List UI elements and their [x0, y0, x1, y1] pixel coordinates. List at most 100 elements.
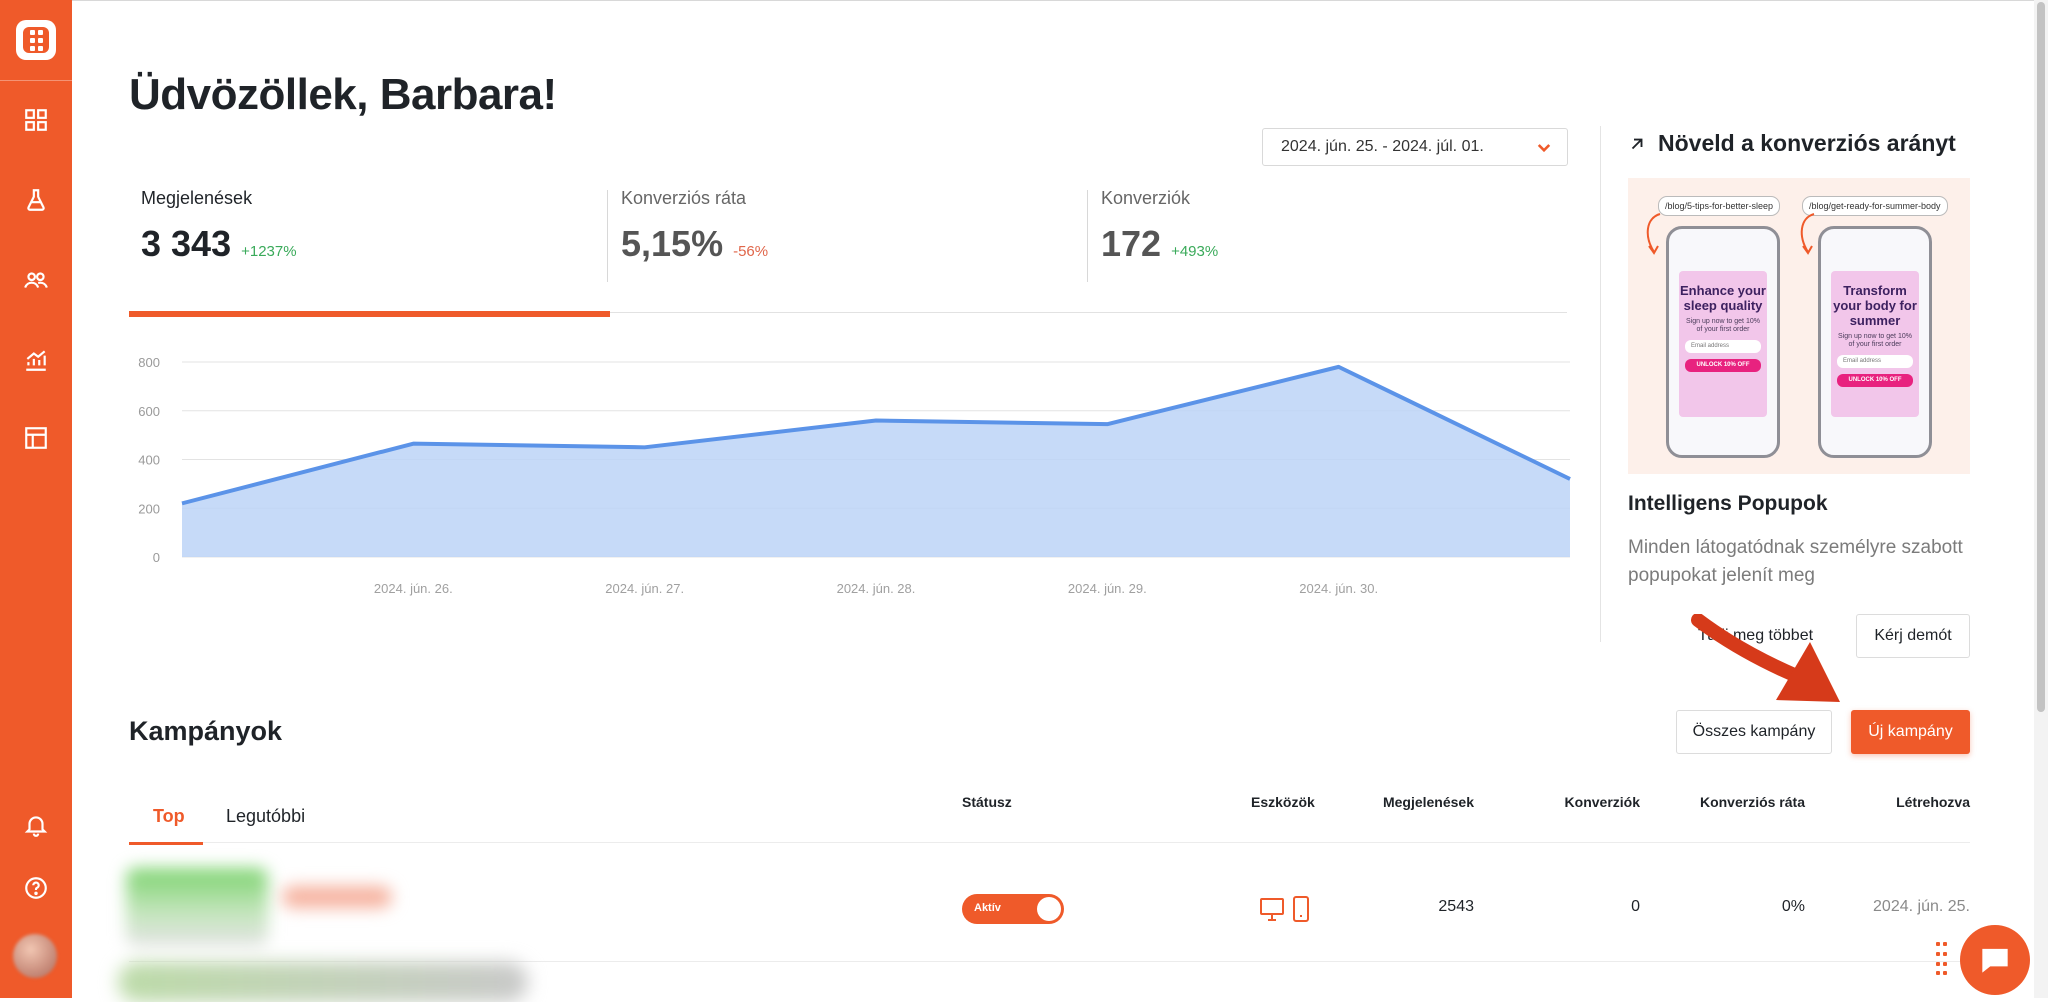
sidebar-divider: [0, 80, 72, 81]
sidebar-item-help[interactable]: [16, 868, 56, 908]
stat-delta: +493%: [1171, 243, 1218, 260]
y-tick-label: 0: [153, 550, 160, 565]
x-tick-label: 2024. jún. 28.: [837, 581, 916, 596]
promo-url-pill: /blog/get-ready-for-summer-body: [1802, 196, 1948, 216]
y-tick-label: 800: [138, 355, 160, 370]
col-header-conversions: Konverziók: [1500, 794, 1640, 810]
chat-button[interactable]: [1960, 925, 2030, 995]
conversions-cell: 0: [1500, 898, 1640, 916]
stat-delta: +1237%: [241, 243, 296, 260]
stat-value: 5,15%: [621, 223, 723, 265]
popup-preview: Transform your body for summer Sign up n…: [1831, 271, 1919, 417]
campaign-thumbnail: [126, 868, 268, 946]
col-header-conversion-rate: Konverziós ráta: [1660, 794, 1805, 810]
x-tick-label: 2024. jún. 30.: [1299, 581, 1378, 596]
impressions-chart: 0 200 400 600 800 2024. jún. 26. 2024. jún. 27…: [120, 340, 1580, 610]
page-title: Üdvözöllek, Barbara!: [129, 70, 557, 120]
promo-image: /blog/5-tips-for-better-sleep /blog/get-…: [1628, 178, 1970, 474]
curve-arrow-icon: [1794, 212, 1818, 256]
desktop-icon: [1259, 894, 1285, 924]
panel-divider: [1600, 126, 1601, 642]
status-toggle[interactable]: Aktív: [962, 894, 1064, 924]
stat-delta: -56%: [733, 243, 768, 260]
col-header-created: Létrehozva: [1830, 794, 1970, 810]
col-header-devices: Eszközök: [1251, 794, 1315, 810]
sidebar-item-audience[interactable]: [16, 260, 56, 300]
campaigns-title: Kampányok: [129, 716, 282, 747]
curve-arrow-icon: [1640, 212, 1664, 256]
stat-label: Konverziók: [1101, 188, 1218, 209]
sidebar-item-notifications[interactable]: [16, 805, 56, 845]
stat-value: 3 343: [141, 223, 231, 265]
stat-divider: [607, 190, 608, 282]
analytics-icon: [23, 347, 49, 373]
mobile-icon: [1291, 894, 1311, 924]
y-tick-label: 600: [138, 404, 160, 419]
series-area: [182, 367, 1570, 557]
popup-email-field: Email address: [1685, 340, 1761, 353]
popup-subtext: Sign up now to get 10% of your first ord…: [1679, 318, 1767, 334]
phone-mockup: Enhance your sleep quality Sign up now t…: [1666, 226, 1780, 458]
flask-icon: [23, 187, 49, 213]
popup-heading: Transform your body for summer: [1831, 283, 1919, 328]
popup-button: UNLOCK 10% OFF: [1685, 359, 1761, 372]
layout-icon: [23, 425, 49, 451]
users-icon: [23, 267, 49, 293]
chat-icon: [1976, 941, 2014, 979]
promo-url-pill: /blog/5-tips-for-better-sleep: [1658, 196, 1780, 216]
conversion-rate-cell: 0%: [1660, 898, 1805, 916]
avatar[interactable]: [13, 934, 57, 978]
stats-active-indicator: [129, 311, 610, 317]
help-icon: [23, 875, 49, 901]
all-campaigns-button[interactable]: Összes kampány: [1676, 710, 1832, 754]
col-header-status: Státusz: [962, 794, 1012, 810]
sidebar-item-experiments[interactable]: [16, 180, 56, 220]
stat-conversions[interactable]: Konverziók 172 +493%: [1101, 188, 1218, 265]
promo-subtitle: Intelligens Popupok: [1628, 492, 1828, 516]
y-tick-label: 400: [138, 453, 160, 468]
table-header-line: [129, 842, 1970, 843]
dashboard-icon: [23, 107, 49, 133]
stat-value: 172: [1101, 223, 1161, 265]
scrollbar[interactable]: [2034, 0, 2048, 998]
impressions-cell: 2543: [1334, 898, 1474, 916]
x-tick-label: 2024. jún. 26.: [374, 581, 453, 596]
sidebar-item-templates[interactable]: [16, 418, 56, 458]
chevron-down-icon: [1535, 139, 1553, 157]
logo-icon: [23, 27, 49, 53]
popup-button: UNLOCK 10% OFF: [1837, 374, 1913, 387]
scrollbar-thumb[interactable]: [2037, 2, 2045, 712]
tab-recent[interactable]: Legutóbbi: [226, 806, 305, 827]
request-demo-button[interactable]: Kérj demót: [1856, 614, 1970, 658]
status-toggle-label: Aktív: [974, 902, 1001, 914]
arrow-up-right-icon: [1628, 135, 1646, 153]
sidebar-item-analytics[interactable]: [16, 340, 56, 380]
date-range-select[interactable]: 2024. jún. 25. - 2024. júl. 01.: [1262, 128, 1568, 166]
stat-conversion-rate[interactable]: Konverziós ráta 5,15% -56%: [621, 188, 768, 265]
popup-email-field: Email address: [1837, 355, 1913, 368]
popup-heading: Enhance your sleep quality: [1679, 283, 1767, 313]
stat-label: Megjelenések: [141, 188, 297, 209]
stat-divider: [1087, 190, 1088, 282]
stat-impressions[interactable]: Megjelenések 3 343 +1237%: [141, 188, 297, 265]
drag-handle-icon[interactable]: [1936, 942, 1950, 978]
promo-description: Minden látogatódnak személyre szabott po…: [1628, 534, 1968, 590]
date-range-value: 2024. jún. 25. - 2024. júl. 01.: [1281, 138, 1484, 156]
top-border: [72, 0, 2048, 1]
app-logo[interactable]: [16, 20, 56, 60]
col-header-impressions: Megjelenések: [1334, 794, 1474, 810]
new-campaign-button[interactable]: Új kampány: [1851, 710, 1970, 754]
tab-top[interactable]: Top: [153, 806, 185, 827]
y-tick-label: 200: [138, 501, 160, 516]
annotation-arrow-icon: [1690, 614, 1850, 710]
popup-subtext: Sign up now to get 10% of your first ord…: [1831, 333, 1919, 349]
sidebar: [0, 0, 72, 998]
stat-label: Konverziós ráta: [621, 188, 768, 209]
campaign-name-blurred: [282, 886, 392, 908]
x-tick-label: 2024. jún. 29.: [1068, 581, 1147, 596]
x-tick-label: 2024. jún. 27.: [605, 581, 684, 596]
promo-header: Növeld a konverziós arányt: [1628, 130, 1956, 157]
bell-icon: [23, 812, 49, 838]
popup-preview: Enhance your sleep quality Sign up now t…: [1679, 271, 1767, 417]
sidebar-item-dashboard[interactable]: [16, 100, 56, 140]
